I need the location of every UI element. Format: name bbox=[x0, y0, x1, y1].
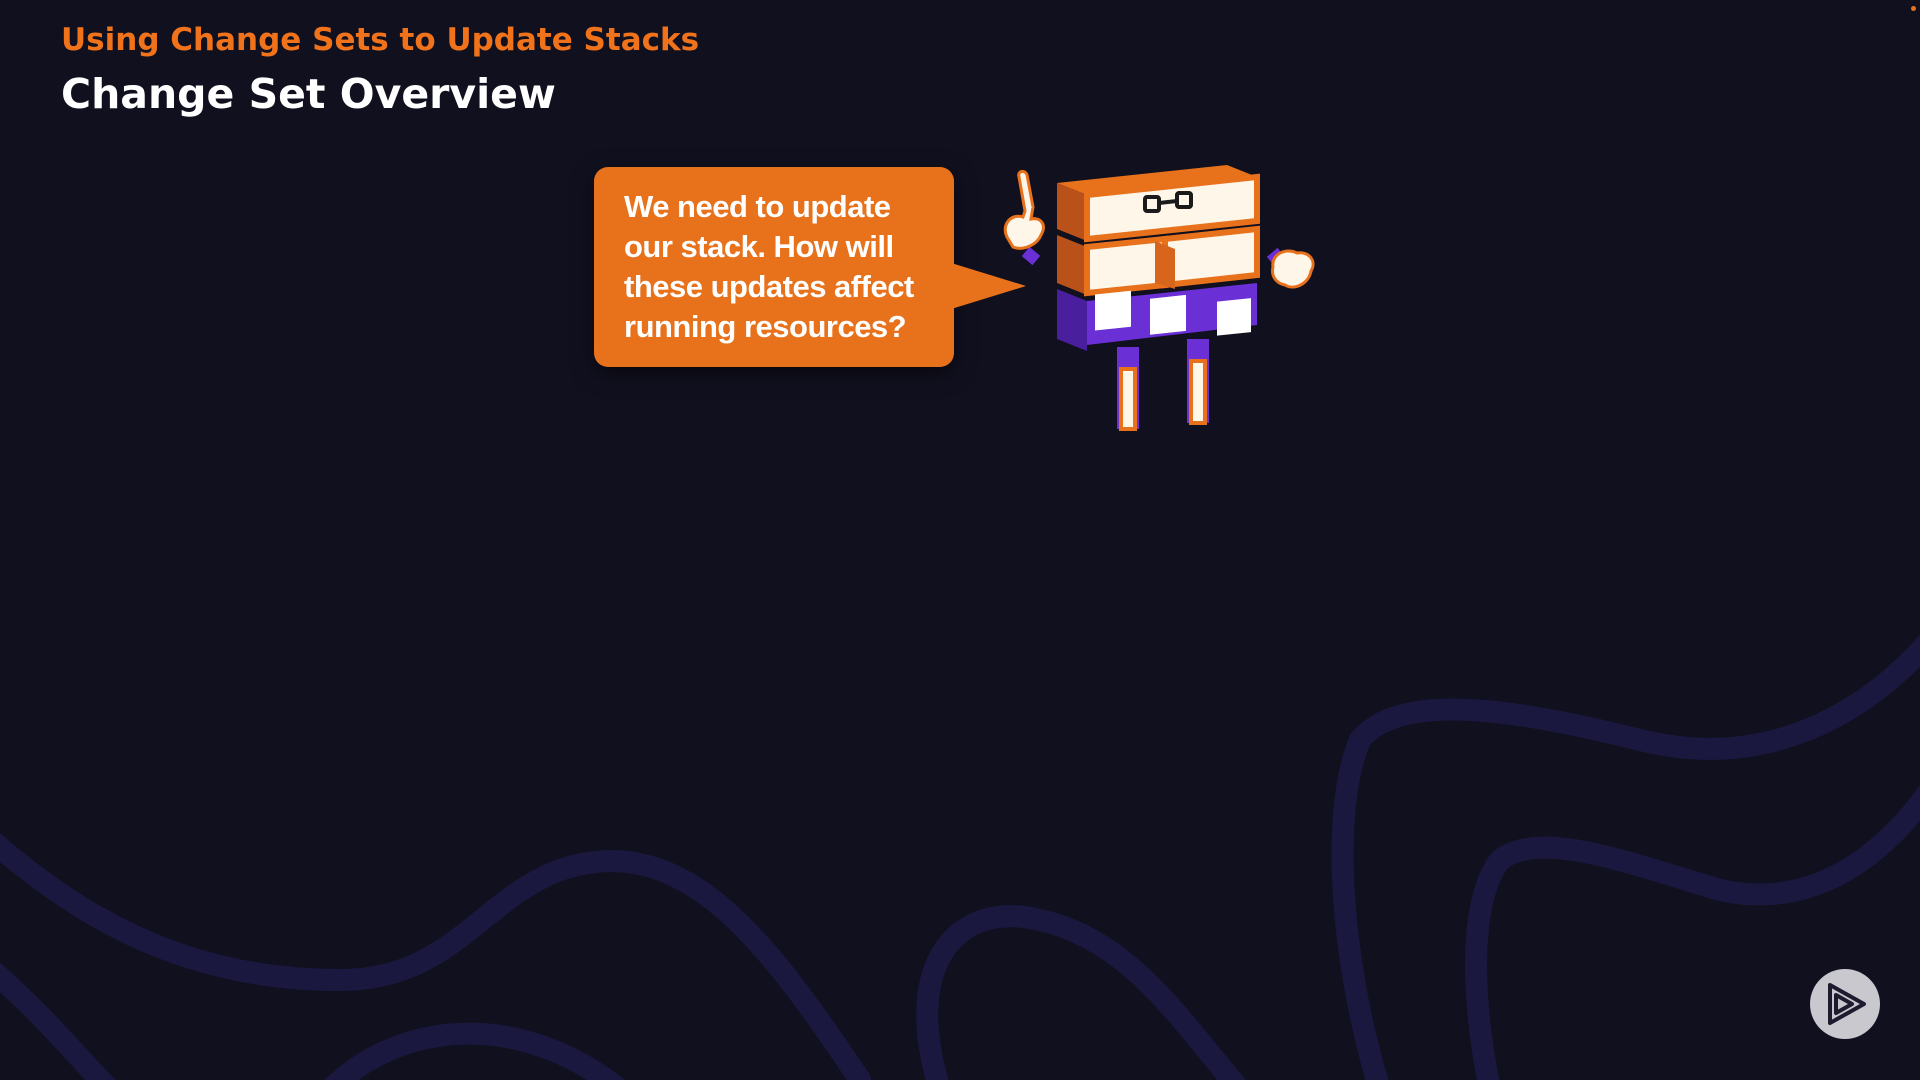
pointing-hand-icon bbox=[1003, 169, 1045, 266]
speech-bubble-line: We need to update bbox=[624, 189, 891, 224]
module-subtitle: Using Change Sets to Update Stacks bbox=[61, 22, 700, 58]
block-robot-mascot-icon bbox=[1003, 165, 1315, 431]
waving-hand-icon bbox=[1266, 247, 1315, 289]
play-logo-button[interactable] bbox=[1810, 969, 1880, 1039]
slide-title: Change Set Overview bbox=[61, 70, 556, 118]
pluralsight-play-icon bbox=[1828, 983, 1866, 1025]
speech-bubble: We need to update our stack. How will th… bbox=[594, 167, 954, 367]
speech-bubble-line: these updates affect bbox=[624, 269, 914, 304]
slide-canvas: Using Change Sets to Update Stacks Chang… bbox=[0, 0, 1920, 1080]
background-waves bbox=[0, 634, 1920, 1080]
corner-indicator-dot bbox=[1911, 6, 1916, 11]
speech-bubble-line: running resources? bbox=[624, 309, 907, 344]
speech-bubble-line: our stack. How will bbox=[624, 229, 894, 264]
